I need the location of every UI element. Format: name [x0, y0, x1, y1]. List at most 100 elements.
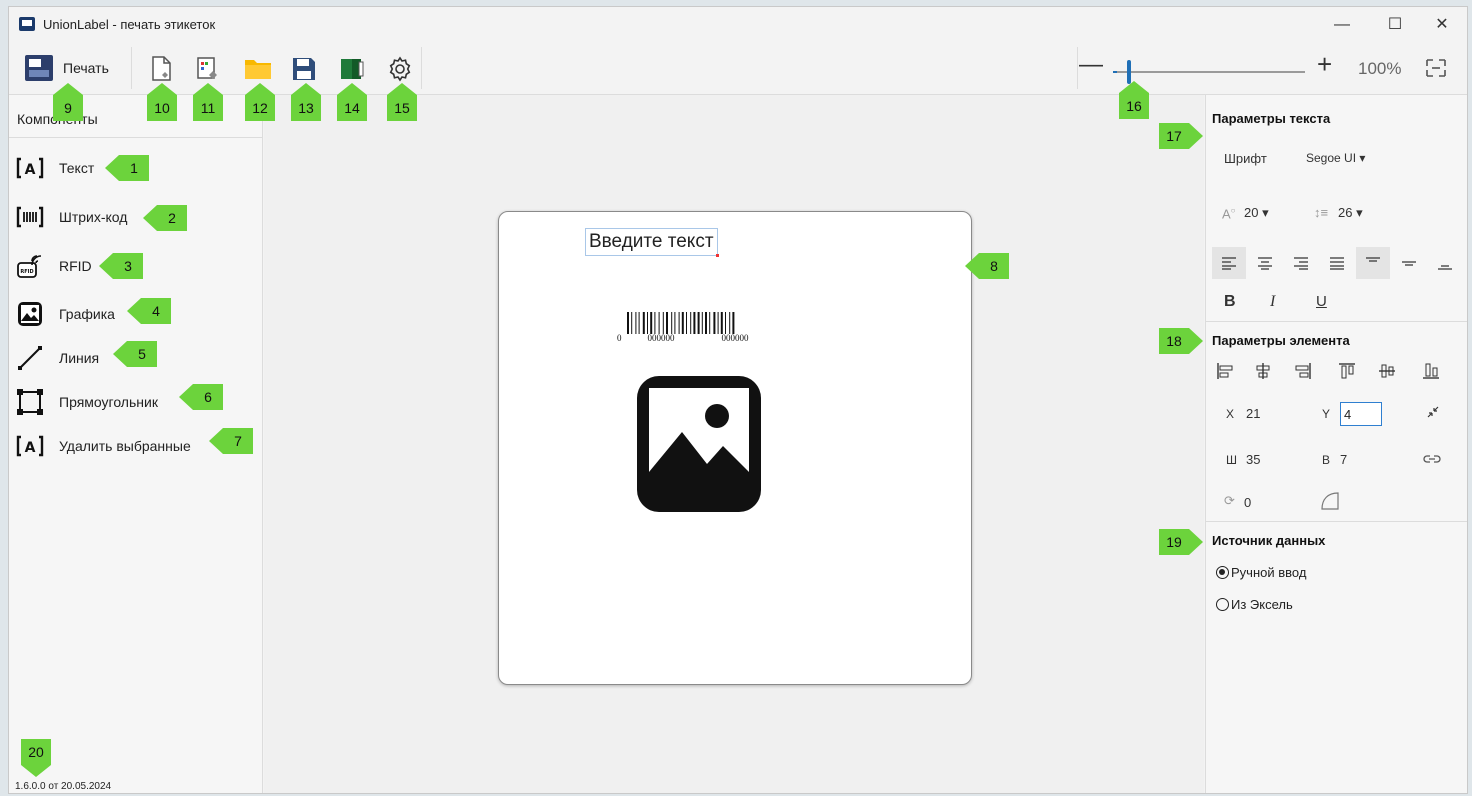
align-element-bottom-icon: [1423, 363, 1439, 379]
bold-button[interactable]: B: [1224, 293, 1236, 311]
link-proportions-button[interactable]: [1422, 451, 1442, 470]
callout-4: 4: [127, 298, 171, 324]
barcode-digits-left: 000000: [648, 333, 676, 343]
label-image-element[interactable]: [637, 376, 761, 512]
radio-excel-label: Из Эксель: [1231, 597, 1293, 612]
align-element-hcenter-icon: [1256, 363, 1270, 379]
template-button[interactable]: [193, 54, 223, 84]
minimize-button[interactable]: —: [1319, 11, 1365, 39]
component-graphic[interactable]: Графика: [15, 299, 115, 329]
delete-selected-icon: A: [15, 431, 45, 461]
component-rectangle[interactable]: Прямоугольник: [15, 387, 158, 417]
component-text[interactable]: A Текст: [15, 153, 94, 183]
radio-manual-label: Ручной ввод: [1231, 565, 1307, 580]
align-element-bottom-button[interactable]: [1414, 355, 1448, 387]
align-center-button[interactable]: [1248, 247, 1282, 279]
font-size-select[interactable]: 20 ▾: [1244, 205, 1269, 221]
x-field[interactable]: 21: [1246, 406, 1260, 421]
radio-manual-input[interactable]: Ручной ввод: [1216, 565, 1306, 580]
section-divider: [1206, 321, 1467, 322]
zoom-value: 100%: [1358, 59, 1402, 78]
line-icon: [15, 343, 45, 373]
zoom-slider-fill: [1113, 71, 1117, 73]
text-icon: A: [15, 153, 45, 183]
align-left-icon: [1222, 257, 1236, 270]
line-height-select[interactable]: 26 ▾: [1338, 205, 1363, 221]
valign-middle-icon: [1402, 261, 1416, 266]
align-element-hcenter-button[interactable]: [1246, 355, 1280, 387]
rotation-field[interactable]: 0: [1244, 495, 1251, 510]
font-size-icon: A○: [1222, 206, 1236, 222]
barcode-bar: [713, 312, 716, 334]
new-label-button[interactable]: [147, 54, 177, 84]
print-button[interactable]: Печать: [19, 50, 123, 86]
barcode-bar: [658, 312, 660, 334]
maximize-button[interactable]: ☐: [1372, 11, 1418, 39]
radio-excel[interactable]: Из Эксель: [1216, 597, 1293, 612]
barcode-bar: [717, 312, 719, 334]
zoom-in-button[interactable]: +: [1317, 49, 1332, 80]
library-button[interactable]: [337, 54, 367, 84]
align-justify-icon: [1330, 257, 1344, 270]
italic-button[interactable]: I: [1270, 293, 1275, 311]
title-bar: UnionLabel - печать этикеток — ☐ ✕: [9, 7, 1467, 41]
barcode-bar: [635, 312, 637, 334]
element-params-title: Параметры элемента: [1212, 333, 1350, 348]
valign-bottom-icon: [1438, 265, 1452, 270]
y-label: Y: [1322, 407, 1331, 421]
settings-icon: [389, 56, 411, 82]
valign-top-button[interactable]: [1356, 247, 1390, 279]
barcode-bar: [627, 312, 629, 334]
toolbar-divider: [1077, 47, 1078, 89]
barcode-bar: [654, 312, 656, 334]
new-label-icon: [152, 56, 171, 81]
width-label: Ш: [1226, 453, 1237, 467]
height-label: В: [1322, 453, 1331, 467]
close-button[interactable]: ✕: [1419, 11, 1465, 39]
design-canvas[interactable]: Введите текст 0 000000 000000: [264, 95, 1204, 793]
open-folder-button[interactable]: [243, 54, 273, 84]
svg-text:A: A: [25, 440, 36, 456]
image-icon: [15, 299, 45, 329]
component-barcode[interactable]: Штрих-код: [15, 202, 127, 232]
font-select[interactable]: Segoe UI ▾: [1306, 151, 1365, 165]
zoom-out-button[interactable]: —: [1079, 51, 1103, 79]
component-line[interactable]: Линия: [15, 343, 99, 373]
save-button[interactable]: [289, 54, 319, 84]
radio-selected-icon: [1216, 566, 1229, 579]
chevron-down-icon: ▾: [1359, 151, 1366, 165]
fit-to-window-button[interactable]: [1425, 58, 1447, 83]
align-element-left-button[interactable]: [1208, 355, 1242, 387]
x-label: X: [1226, 407, 1235, 421]
barcode-bar: [674, 312, 676, 334]
corner-radius-button[interactable]: [1320, 491, 1340, 514]
height-field[interactable]: 7: [1340, 452, 1347, 467]
component-label: Текст: [59, 160, 95, 176]
toolbar: Печать — + 100%: [9, 41, 1467, 95]
label-text-element[interactable]: Введите текст: [585, 228, 719, 257]
component-label: Графика: [59, 306, 115, 322]
callout-13: 13: [291, 83, 321, 121]
valign-middle-button[interactable]: [1392, 247, 1426, 279]
component-rfid[interactable]: RFID RFID: [15, 251, 92, 281]
zoom-slider[interactable]: [1113, 60, 1305, 84]
settings-button[interactable]: [385, 54, 415, 84]
label-barcode-element[interactable]: 0 000000 000000: [617, 310, 777, 346]
align-element-top-button[interactable]: [1330, 355, 1364, 387]
align-element-right-button[interactable]: [1286, 355, 1320, 387]
align-element-left-icon: [1217, 363, 1233, 379]
width-field[interactable]: 35: [1246, 452, 1260, 467]
font-size-value: 20: [1244, 205, 1259, 220]
collapse-button[interactable]: [1424, 403, 1442, 424]
align-left-button[interactable]: [1212, 247, 1246, 279]
valign-bottom-button[interactable]: [1428, 247, 1462, 279]
align-element-vcenter-button[interactable]: [1370, 355, 1404, 387]
callout-19: 19: [1159, 529, 1203, 555]
align-right-button[interactable]: [1284, 247, 1318, 279]
underline-button[interactable]: U: [1316, 293, 1327, 310]
delete-selected-button[interactable]: A Удалить выбранные: [15, 431, 191, 461]
line-height-icon: ↕≡: [1314, 205, 1329, 220]
align-justify-button[interactable]: [1320, 247, 1354, 279]
label-preview[interactable]: Введите текст 0 000000 000000: [498, 211, 972, 685]
y-field[interactable]: [1340, 402, 1382, 426]
